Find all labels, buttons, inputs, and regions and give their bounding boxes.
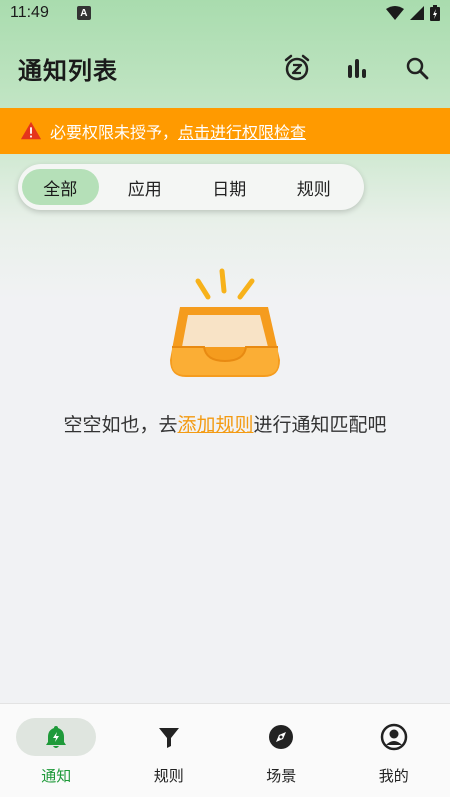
- bell-icon: [46, 726, 67, 748]
- snooze-alarm-button[interactable]: [282, 53, 312, 83]
- tab-all[interactable]: 全部: [22, 169, 99, 205]
- empty-state-prefix: 空空如也，去: [63, 414, 178, 436]
- tab-app[interactable]: 应用: [107, 169, 184, 205]
- profile-icon: [380, 723, 407, 751]
- filter-tabs: 全部 应用 日期 规则: [18, 164, 364, 210]
- empty-inbox-illustration: [170, 268, 280, 377]
- statistics-button[interactable]: [342, 53, 372, 83]
- permission-warning-bar: 必要权限未授予， 点击进行权限检查: [0, 108, 450, 154]
- wifi-icon: [386, 6, 404, 20]
- nav-icon-wrap: [129, 718, 209, 756]
- nav-label: 我的: [378, 767, 409, 785]
- permission-check-link[interactable]: 点击进行权限检查: [178, 119, 306, 143]
- nav-item-profile[interactable]: 我的: [338, 704, 450, 797]
- status-time: 11:49: [10, 4, 49, 21]
- battery-icon: [430, 5, 440, 21]
- sparkle-lines: [195, 268, 255, 300]
- notification-badge-icon: A: [76, 6, 91, 20]
- tab-rules[interactable]: 规则: [276, 169, 353, 205]
- nav-active-indicator: [16, 718, 97, 756]
- page-title: 通知列表: [18, 56, 118, 85]
- signal-icon: [410, 6, 424, 20]
- search-icon: [406, 57, 429, 80]
- search-button[interactable]: [402, 53, 432, 83]
- empty-state-suffix: 进行通知匹配吧: [253, 414, 387, 436]
- nav-item-scenes[interactable]: 场景: [225, 704, 338, 797]
- nav-label: 场景: [266, 767, 297, 785]
- nav-item-notifications[interactable]: 通知: [0, 704, 113, 797]
- status-icons: [386, 5, 440, 21]
- bar-chart-icon: [348, 59, 366, 78]
- app-bar-actions: [252, 53, 432, 83]
- bottom-navigation: 通知 规则 场景 我的: [0, 703, 450, 797]
- app-bar: 通知列表: [0, 38, 450, 98]
- nav-icon-wrap: [241, 718, 321, 756]
- filter-icon: [158, 728, 179, 748]
- tab-date[interactable]: 日期: [191, 169, 268, 205]
- nav-item-rules[interactable]: 规则: [113, 704, 226, 797]
- compass-icon: [269, 725, 294, 749]
- snooze-alarm-icon: [284, 54, 310, 81]
- status-bar: 11:49 A: [0, 0, 450, 26]
- add-rule-link[interactable]: 添加规则: [177, 414, 253, 436]
- nav-label: 规则: [153, 767, 184, 785]
- warning-text: 必要权限未授予，: [50, 123, 179, 142]
- empty-state-message: 空空如也，去添加规则进行通知匹配吧: [0, 410, 450, 437]
- nav-icon-wrap: [354, 718, 434, 756]
- nav-label: 通知: [41, 767, 72, 785]
- warning-icon: [20, 121, 42, 140]
